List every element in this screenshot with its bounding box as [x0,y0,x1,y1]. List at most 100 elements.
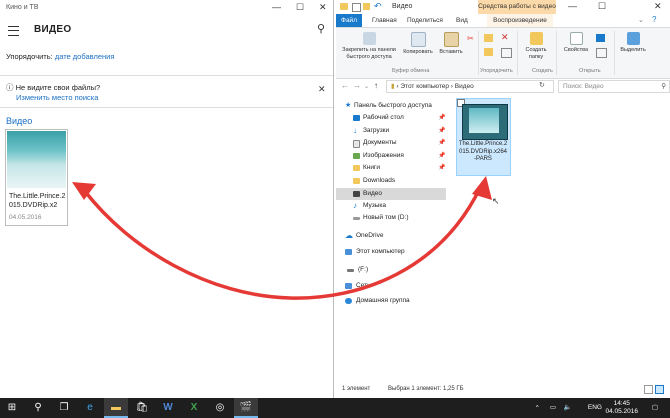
close-icon[interactable]: ✕ [319,2,327,13]
forward-icon[interactable]: → [353,81,361,90]
start-icon[interactable]: ⊞ [0,398,24,418]
nav-item-onedrive[interactable]: ☁ OneDrive [336,230,454,242]
copy-icon [410,32,426,47]
delete-icon[interactable]: ✕ [501,32,509,43]
pin-icon: 📌 [438,140,446,146]
nav-item-music[interactable]: ♪ Музыка [336,200,454,212]
nav-item-pictures[interactable]: Изображения 📌 [336,150,454,162]
nav-item-network[interactable]: Сеть [336,280,454,292]
select-label: Выделить [620,47,646,53]
minimize-icon[interactable]: — [272,2,281,12]
folder-icon [353,165,360,171]
copy-label: Копировать [403,49,433,55]
explorer-icon[interactable]: ▬ [104,398,128,418]
sort-dropdown[interactable]: дате добавления [55,52,115,61]
new-folder-qat-icon[interactable] [363,3,370,10]
tab-playback[interactable]: Воспроизведение [487,14,553,27]
chevron-up-icon[interactable]: ⌃ [535,404,540,412]
usb-drive-icon [347,269,354,272]
ribbon-collapse-icon[interactable]: ⌄ [638,16,644,24]
edge-icon[interactable]: e [78,398,102,418]
group-label-organize: Упорядочить [480,68,513,74]
tab-share[interactable]: Поделиться [407,14,443,27]
task-view-icon[interactable]: ❐ [52,398,76,418]
breadcrumb-this-pc[interactable]: Этот компьютер [400,83,449,90]
sort-row: Упорядочить: дате добавления [6,52,114,61]
tab-home[interactable]: Главная [372,14,397,27]
group-label-open: Открыть [579,68,601,74]
nav-label: Документы [363,139,397,146]
new-folder-button[interactable]: Создать папку [520,32,552,60]
help-icon[interactable]: ? [652,15,656,24]
video-tile[interactable]: The.Little.Prince.2015.DVDRip.x2 04.05.2… [5,129,68,226]
refresh-icon[interactable]: ↻ [539,81,545,89]
minimize-icon[interactable]: — [568,1,577,11]
breadcrumb-video[interactable]: Видео [455,83,474,90]
copy-button[interactable]: Копировать [402,32,434,56]
recent-dropdown-icon[interactable]: ⌄ [364,83,369,90]
properties-button[interactable]: Свойства [560,32,592,54]
movies-tv-icon[interactable]: 🎬 [234,398,258,418]
notifications-icon[interactable]: ▢ [652,403,658,411]
media-icon[interactable]: ◎ [208,398,232,418]
back-icon[interactable]: ← [341,81,349,90]
select-button[interactable]: Выделить [618,32,648,54]
rename-icon[interactable] [501,48,512,58]
pin-icon: 📌 [438,128,446,134]
notice-close-icon[interactable]: ✕ [318,84,326,95]
copy-to-icon[interactable] [484,48,493,56]
nav-item-quick-access[interactable]: ★ Панель быстрого доступа [336,100,454,112]
maximize-icon[interactable]: ☐ [598,1,606,12]
edit-icon[interactable] [596,48,607,58]
nav-item-new-volume[interactable]: Новый том (D:) [336,212,454,224]
tiles-view-icon[interactable] [655,385,664,394]
pin-quick-access-button[interactable]: Закрепить на панели быстрого доступа [338,32,400,60]
hamburger-menu-icon[interactable] [8,26,19,36]
excel-icon[interactable]: X [182,398,206,418]
nav-item-downloads[interactable]: ↓ Загрузки 📌 [336,125,454,137]
volume-icon[interactable]: 🔈 [564,403,572,411]
details-view-icon[interactable] [644,385,653,394]
tab-view[interactable]: Вид [456,14,468,27]
language-indicator[interactable]: ENG [588,404,602,411]
nav-label: Изображения [363,152,404,159]
undo-icon[interactable]: ↶ [374,1,382,12]
nav-item-books[interactable]: Книги 📌 [336,162,454,174]
divider [0,75,333,76]
homegroup-icon [345,298,352,304]
move-to-icon[interactable] [484,34,493,42]
nav-label: Новый том (D:) [363,214,409,221]
document-icon [353,140,360,148]
search-icon[interactable]: ⚲ [26,398,50,418]
video-thumbnail [7,131,66,188]
nav-item-this-pc[interactable]: Этот компьютер [336,246,454,258]
search-icon[interactable]: ⚲ [317,22,329,35]
properties-qat-icon[interactable] [352,3,361,12]
network-tray-icon[interactable]: ▭ [550,403,556,411]
info-icon: ⓘ [6,83,14,92]
change-location-link[interactable]: Изменить место поиска [16,93,100,103]
group-separator [478,31,479,75]
cut-icon[interactable]: ✂ [467,34,474,43]
nav-item-desktop[interactable]: Рабочий стол 📌 [336,112,454,124]
video-tools-context-tab[interactable]: Средства работы с видео [478,0,556,14]
taskbar: ⊞ ⚲ ❐ e ▬ 🛍 W X ◎ 🎬 ⌃ ▭ 🔈 ENG 14:45 04.0… [0,398,670,418]
nav-item-video[interactable]: Видео [336,188,454,200]
tab-file[interactable]: Файл [336,14,362,27]
word-icon[interactable]: W [156,398,180,418]
search-input[interactable]: Поиск: Видео ⚲ [558,80,670,93]
nav-item-downloads-folder[interactable]: Downloads [336,175,454,187]
nav-item-drive-f[interactable]: (F:) [336,264,454,276]
close-icon[interactable]: ✕ [654,1,662,12]
maximize-icon[interactable]: ☐ [296,2,304,13]
nav-item-documents[interactable]: Документы 📌 [336,137,454,149]
open-icon[interactable] [596,34,605,42]
clock[interactable]: 14:45 04.05.2016 [605,400,638,416]
paste-button[interactable]: Вставить [436,32,466,56]
address-bar[interactable]: ▮ › Этот компьютер › Видео [386,80,554,93]
nav-label: Этот компьютер [356,248,405,255]
up-icon[interactable]: ↑ [374,81,378,90]
paste-icon [443,32,459,47]
store-icon[interactable]: 🛍 [130,398,154,418]
nav-item-homegroup[interactable]: Домашняя группа [336,295,454,307]
